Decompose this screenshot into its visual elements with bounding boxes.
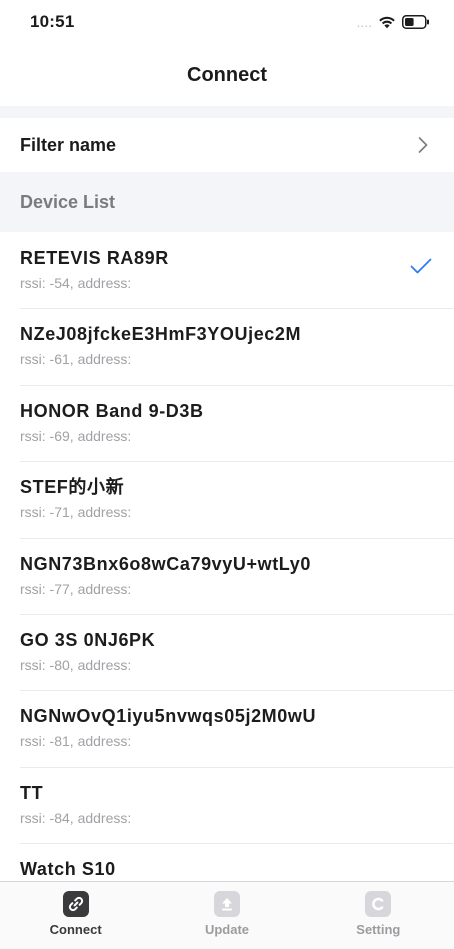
status-bar: 10:51 .... — [0, 0, 454, 44]
device-item[interactable]: RETEVIS RA89R rssi: -54, address: — [0, 232, 454, 308]
battery-icon — [402, 15, 430, 29]
device-meta: rssi: -69, address: — [20, 427, 132, 444]
status-icons: .... — [356, 15, 430, 29]
device-item[interactable]: NGNwOvQ1iyu5nvwqs05j2M0wU rssi: -81, add… — [0, 690, 454, 766]
device-item[interactable]: TT rssi: -84, address: — [0, 766, 454, 843]
device-name: NZeJ08jfckeE3HmF3YOUjec2M — [20, 324, 302, 345]
device-item[interactable]: GO 3S 0NJ6PK rssi: -80, address: — [0, 613, 454, 690]
device-name: HONOR Band 9-D3B — [20, 400, 204, 421]
page-title: Connect — [187, 63, 267, 86]
device-item[interactable]: NZeJ08jfckeE3HmF3YOUjec2M rssi: -61, add… — [0, 308, 454, 384]
device-item[interactable]: NGN73Bnx6o8wCa79vyU+wtLy0 rssi: -77, add… — [0, 537, 454, 614]
tab-connect-label: Connect — [49, 922, 102, 937]
device-meta: rssi: -80, address: — [20, 656, 132, 673]
device-name: TT — [20, 782, 44, 803]
nav-bar: Connect — [0, 44, 454, 106]
device-name: NGN73Bnx6o8wCa79vyU+wtLy0 — [20, 553, 311, 574]
device-list: RETEVIS RA89R rssi: -54, address: NZeJ08… — [0, 232, 454, 920]
device-list-header: Device List — [0, 172, 454, 232]
device-name: GO 3S 0NJ6PK — [20, 629, 156, 650]
tab-setting[interactable]: Setting — [303, 882, 454, 949]
device-meta: rssi: -61, address: — [20, 351, 132, 368]
tab-connect[interactable]: Connect — [0, 882, 151, 949]
status-time: 10:51 — [30, 12, 75, 31]
checkmark-icon — [410, 258, 432, 274]
device-name: RETEVIS RA89R — [20, 248, 169, 268]
device-list-title: Device List — [20, 191, 116, 212]
upload-icon — [213, 891, 240, 917]
filter-name-row[interactable]: Filter name — [0, 118, 454, 172]
tab-update[interactable]: Update — [151, 882, 302, 949]
c-logo-icon — [365, 891, 392, 917]
device-meta: rssi: -81, address: — [20, 733, 132, 750]
device-name: Watch S10 — [20, 859, 116, 880]
device-meta: rssi: -54, address: — [20, 275, 132, 291]
filter-name-label: Filter name — [20, 134, 117, 155]
tab-setting-label: Setting — [356, 922, 401, 937]
section-separator — [0, 106, 454, 118]
device-name: NGNwOvQ1iyu5nvwqs05j2M0wU — [20, 706, 317, 727]
device-meta: rssi: -84, address: — [20, 809, 132, 826]
tab-update-label: Update — [204, 922, 250, 937]
tab-bar: Connect Update Setting — [0, 881, 454, 949]
device-item[interactable]: STEF的小新 rssi: -71, address: — [0, 461, 454, 537]
device-meta: rssi: -77, address: — [20, 580, 132, 597]
signal-icon: .... — [356, 14, 372, 30]
wifi-icon — [378, 15, 396, 29]
device-meta: rssi: -71, address: — [20, 504, 132, 521]
chevron-right-icon — [418, 137, 428, 153]
device-name: STEF的小新 — [20, 477, 125, 498]
device-item[interactable]: HONOR Band 9-D3B rssi: -69, address: — [0, 384, 454, 461]
link-icon — [62, 891, 89, 917]
